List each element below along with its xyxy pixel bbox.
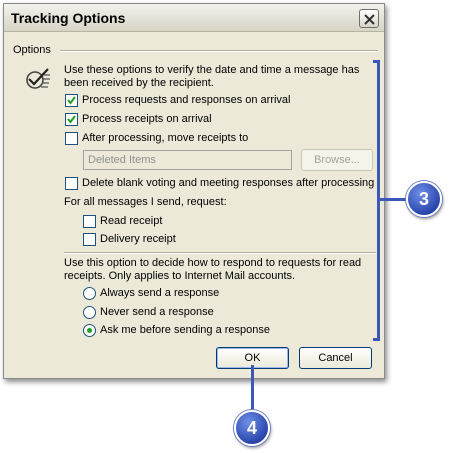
always-send-label: Always send a response [100, 287, 220, 299]
options-group-label: Options [13, 44, 51, 56]
receipts-folder-field[interactable]: Deleted Items [83, 150, 292, 170]
process-requests-label: Process requests and responses on arriva… [82, 94, 291, 106]
never-send-label: Never send a response [100, 306, 214, 318]
respond-info-line-2: receipts. Only applies to Internet Mail … [64, 270, 296, 282]
delivery-receipt-label: Delivery receipt [100, 233, 176, 245]
never-send-radio[interactable] [83, 306, 96, 319]
move-receipts-checkbox[interactable] [65, 132, 78, 145]
cancel-button[interactable]: Cancel [299, 347, 372, 369]
callout-badge-3: 3 [406, 181, 442, 217]
ask-before-sending-radio[interactable] [83, 324, 96, 337]
ask-before-sending-label: Ask me before sending a response [100, 324, 270, 336]
options-separator [60, 50, 378, 52]
description-line-2: been received by the recipient. [64, 77, 214, 89]
callout-badge-4: 4 [234, 410, 270, 446]
callout-bracket [373, 60, 380, 341]
callout-4-connector [251, 365, 254, 411]
always-send-radio[interactable] [83, 287, 96, 300]
delete-blank-responses-label: Delete blank voting and meeting response… [82, 177, 375, 189]
browse-button[interactable]: Browse... [301, 149, 373, 171]
close-button[interactable] [359, 9, 379, 28]
dialog-title: Tracking Options [11, 10, 126, 26]
checkmark-icon [67, 96, 76, 105]
title-bar[interactable]: Tracking Options [4, 4, 384, 32]
delivery-receipt-checkbox[interactable] [83, 233, 96, 246]
radio-selected-dot [87, 328, 92, 333]
read-receipt-label: Read receipt [100, 215, 163, 227]
tracking-checkmark-icon [26, 68, 50, 89]
move-receipts-label: After processing, move receipts to [82, 132, 249, 144]
section-separator [64, 252, 376, 254]
read-receipt-checkbox[interactable] [83, 215, 96, 228]
callout-3-connector [380, 198, 407, 201]
process-requests-checkbox[interactable] [65, 94, 78, 107]
tracking-options-dialog: Tracking Options Options Use these optio… [3, 3, 385, 379]
delete-blank-responses-checkbox[interactable] [65, 177, 78, 190]
process-receipts-checkbox[interactable] [65, 113, 78, 126]
request-section-label: For all messages I send, request: [64, 196, 227, 208]
description-line-1: Use these options to verify the date and… [64, 64, 360, 76]
process-receipts-label: Process receipts on arrival [82, 113, 212, 125]
close-icon [364, 14, 375, 25]
respond-info-line-1: Use this option to decide how to respond… [64, 257, 362, 269]
checkmark-icon [67, 115, 76, 124]
